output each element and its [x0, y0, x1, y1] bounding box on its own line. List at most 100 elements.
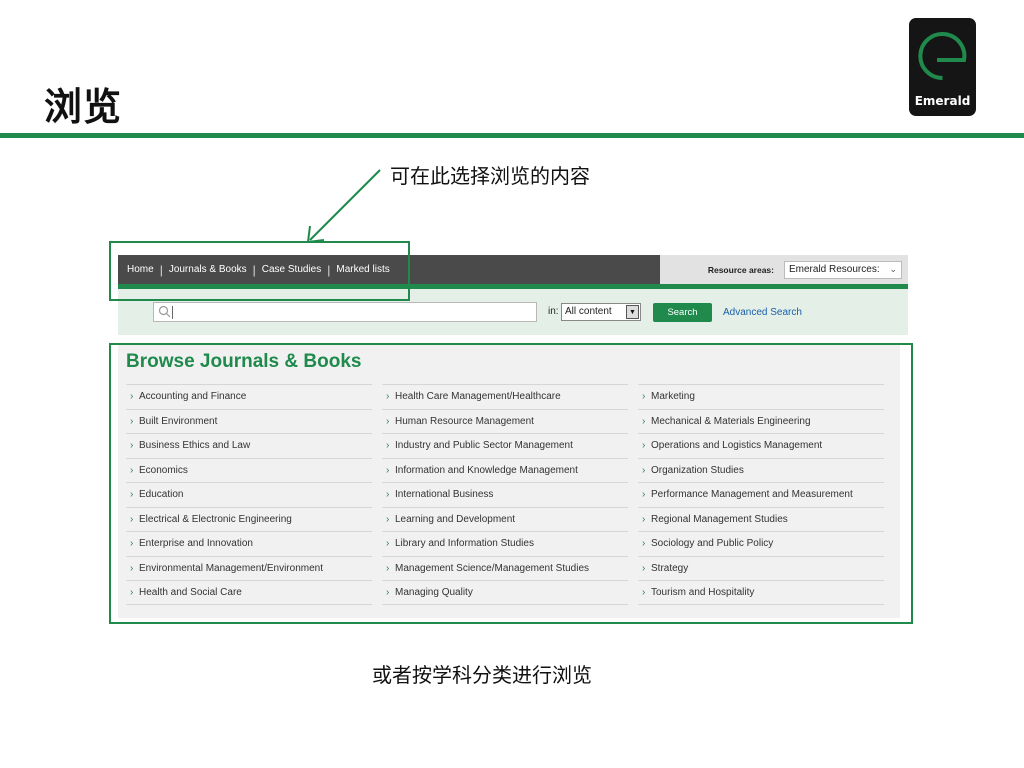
callout-arrow-icon [306, 169, 381, 244]
chevron-right-icon: › [386, 538, 390, 550]
emerald-logo-icon [918, 32, 967, 81]
chevron-right-icon: › [386, 513, 390, 525]
chevron-right-icon: › [130, 513, 134, 525]
subject-link[interactable]: › International Business [382, 482, 628, 507]
subject-label: Regional Management Studies [651, 513, 788, 525]
subject-link[interactable]: › Operations and Logistics Management [638, 433, 884, 458]
subject-label: Electrical & Electronic Engineering [139, 513, 292, 525]
resource-areas-select[interactable]: Emerald Resources: ⌄ [784, 260, 902, 279]
subject-link[interactable]: › Mechanical & Materials Engineering [638, 408, 884, 434]
subject-link[interactable]: › Information and Knowledge Management [382, 457, 628, 483]
subject-label: Human Resource Management [395, 415, 534, 427]
nav-case-studies[interactable]: Case Studies [262, 264, 321, 275]
nav-separator: | [327, 262, 331, 277]
subject-label: Health and Social Care [139, 586, 242, 598]
subject-label: Marketing [651, 391, 695, 403]
chevron-right-icon: › [386, 464, 390, 476]
search-input[interactable] [153, 302, 537, 322]
chevron-right-icon: › [130, 415, 134, 427]
subject-link[interactable]: › Performance Management and Measurement [638, 482, 884, 507]
nav-separator: | [252, 262, 256, 277]
subject-label: Management Science/Management Studies [395, 562, 590, 574]
subject-label: Learning and Development [395, 513, 516, 525]
search-bar: in: All content ▼ Search Advanced Search [118, 289, 908, 335]
chevron-right-icon: › [386, 562, 390, 574]
subject-link[interactable]: › Regional Management Studies [638, 506, 884, 532]
chevron-right-icon: › [130, 464, 134, 476]
subject-link[interactable]: › Health and Social Care [126, 580, 372, 605]
subject-link[interactable]: › Accounting and Finance [126, 384, 372, 409]
subject-link[interactable]: › Economics [126, 457, 372, 483]
subject-label: International Business [395, 489, 494, 501]
subject-link[interactable]: › Strategy [638, 555, 884, 581]
subject-label: Strategy [651, 562, 689, 574]
resource-areas-bar: Resource areas: Emerald Resources: ⌄ [660, 255, 908, 284]
subject-label: Education [139, 489, 184, 501]
resource-areas-value: Emerald Resources: [789, 264, 880, 275]
nav-home[interactable]: Home [127, 264, 154, 275]
subject-label: Sociology and Public Policy [651, 538, 774, 550]
browse-column-1: › Accounting and Finance › Built Environmen… [126, 384, 372, 605]
dropdown-arrow-icon: ▼ [626, 305, 639, 319]
chevron-right-icon: › [642, 391, 646, 403]
subject-label: Industry and Public Sector Management [395, 440, 573, 452]
nav-marked-lists[interactable]: Marked lists [336, 264, 389, 275]
subject-label: Managing Quality [395, 586, 473, 598]
subject-link[interactable]: › Sociology and Public Policy [638, 531, 884, 556]
subject-link[interactable]: › Education [126, 482, 372, 507]
chevron-right-icon: › [130, 391, 134, 403]
text-caret [172, 306, 173, 319]
subject-link[interactable]: › Industry and Public Sector Management [382, 433, 628, 458]
subject-link[interactable]: › Environmental Management/Environment [126, 555, 372, 581]
subject-label: Mechanical & Materials Engineering [651, 415, 811, 427]
chevron-right-icon: › [642, 440, 646, 452]
chevron-right-icon: › [642, 513, 646, 525]
chevron-right-icon: › [130, 538, 134, 550]
browse-column-3: › Marketing › Mechanical & Materials Engine… [638, 384, 884, 605]
subject-label: Environmental Management/Environment [139, 562, 323, 574]
advanced-search-link[interactable]: Advanced Search [723, 307, 802, 318]
subject-link[interactable]: › Health Care Management/Healthcare [382, 384, 628, 409]
search-scope-label: in: [548, 306, 559, 317]
subject-link[interactable]: › Enterprise and Innovation [126, 531, 372, 556]
callout-bottom: 或者按学科分类进行浏览 [372, 663, 592, 687]
browse-panel: Browse Journals & Books › Accounting and … [118, 344, 900, 618]
search-icon [158, 305, 171, 318]
subject-link[interactable]: › Learning and Development [382, 506, 628, 532]
subject-label: Organization Studies [651, 464, 744, 476]
chevron-right-icon: › [642, 415, 646, 427]
logo-text: Emerald [914, 94, 971, 108]
subject-link[interactable]: › Business Ethics and Law [126, 433, 372, 458]
subject-link[interactable]: › Electrical & Electronic Engineering [126, 506, 372, 532]
callout-top: 可在此选择浏览的内容 [390, 164, 590, 188]
chevron-right-icon: › [386, 391, 390, 403]
subject-label: Built Environment [139, 415, 218, 427]
subject-link[interactable]: › Managing Quality [382, 580, 628, 605]
subject-link[interactable]: › Organization Studies [638, 457, 884, 483]
subject-label: Library and Information Studies [395, 538, 534, 550]
subject-label: Enterprise and Innovation [139, 538, 253, 550]
search-button[interactable]: Search [653, 303, 712, 322]
subject-link[interactable]: › Built Environment [126, 408, 372, 434]
chevron-right-icon: › [386, 489, 390, 501]
chevron-right-icon: › [130, 562, 134, 574]
chevron-right-icon: › [642, 538, 646, 550]
subject-link[interactable]: › Marketing [638, 384, 884, 409]
browse-title: Browse Journals & Books [126, 351, 362, 372]
search-scope-value: All content [565, 306, 612, 317]
chevron-right-icon: › [386, 586, 390, 598]
subject-link[interactable]: › Tourism and Hospitality [638, 580, 884, 605]
subject-link[interactable]: › Library and Information Studies [382, 531, 628, 556]
browse-column-2: › Health Care Management/Healthcare › Human… [382, 384, 628, 605]
subject-label: Operations and Logistics Management [651, 440, 823, 452]
subject-label: Performance Management and Measurement [651, 489, 853, 501]
subject-link[interactable]: › Management Science/Management Studies [382, 555, 628, 581]
search-scope-select[interactable]: All content ▼ [561, 303, 641, 321]
chevron-right-icon: › [642, 562, 646, 574]
chevron-right-icon: › [642, 586, 646, 598]
subject-label: Economics [139, 464, 188, 476]
nav-journals-books[interactable]: Journals & Books [169, 264, 247, 275]
subject-link[interactable]: › Human Resource Management [382, 408, 628, 434]
chevron-right-icon: › [642, 489, 646, 501]
chevron-right-icon: › [130, 440, 134, 452]
